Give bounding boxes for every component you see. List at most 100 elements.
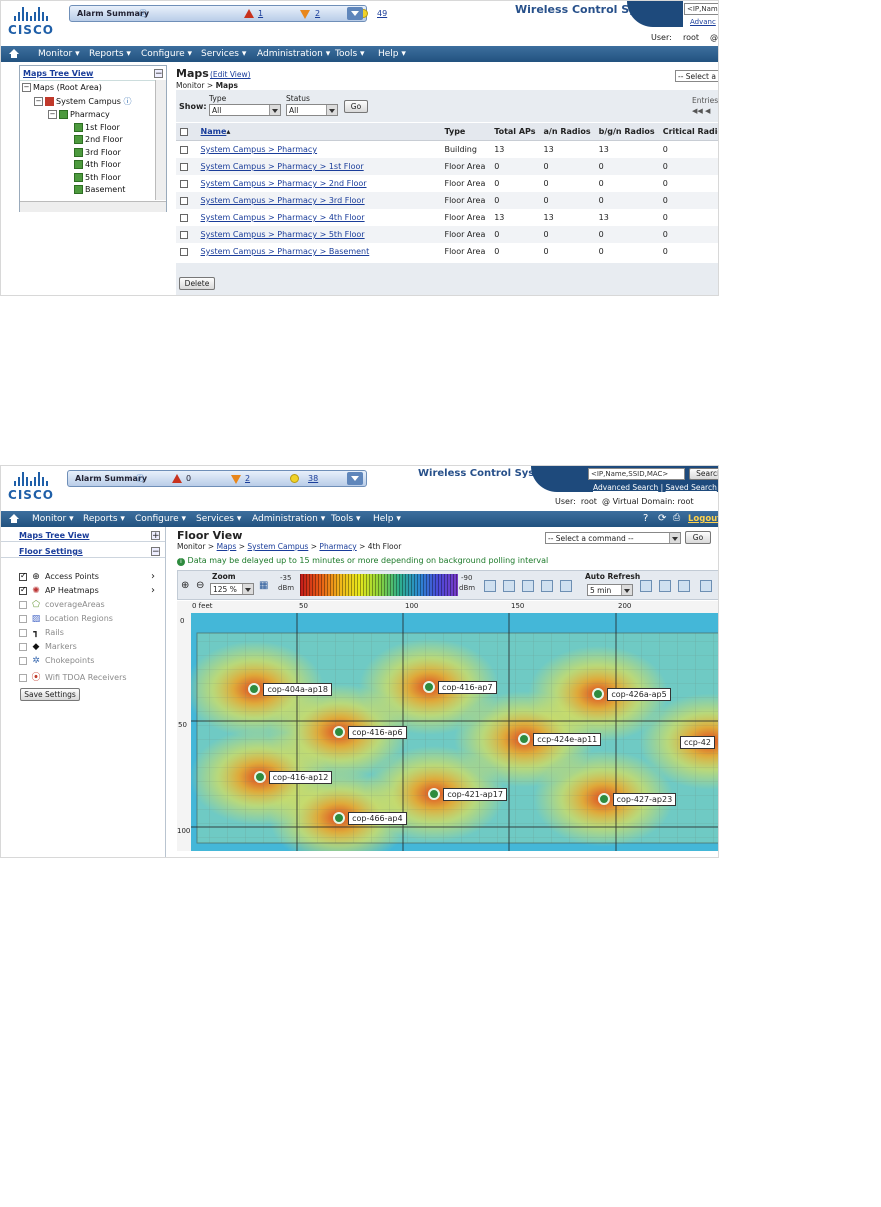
map-tool-icon[interactable]	[560, 580, 572, 592]
nav-help[interactable]: Help ▾	[378, 49, 406, 59]
nav-configure[interactable]: Configure ▾	[141, 49, 192, 59]
expand-tree-button[interactable]: +	[151, 531, 160, 541]
breadcrumb-maps[interactable]: Maps	[217, 542, 237, 551]
row-checkbox[interactable]	[180, 230, 188, 239]
map-tool-icon[interactable]	[522, 580, 534, 592]
tree-floor-5[interactable]: 5th Floor	[74, 173, 121, 182]
access-point-label[interactable]: cop-466-ap4	[348, 811, 407, 825]
alarm-dropdown-button[interactable]	[347, 472, 363, 485]
major-alarm-count[interactable]: 2	[315, 9, 320, 18]
map-tool-icon[interactable]	[484, 580, 496, 592]
zoom-select[interactable]: 125 %	[210, 583, 254, 595]
col-name[interactable]: Name▴	[196, 123, 441, 141]
floor-setting-checkbox[interactable]	[19, 571, 27, 581]
row-name-link[interactable]: System Campus > Pharmacy > 5th Floor	[196, 226, 441, 243]
advanced-search-link[interactable]: Advanced Search	[593, 483, 658, 492]
tree-floor-4[interactable]: 4th Floor	[74, 160, 121, 169]
nav-monitor[interactable]: Monitor ▾	[32, 514, 74, 524]
alarm-summary-bar[interactable]: Alarm Summary ⓘ 1 2 49	[69, 5, 387, 22]
floor-setting-checkbox[interactable]	[19, 600, 27, 609]
access-point-label[interactable]: cop-416-ap12	[268, 771, 333, 785]
breadcrumb-campus[interactable]: System Campus	[247, 542, 308, 551]
home-icon[interactable]	[9, 514, 19, 523]
maps-tree-view-title[interactable]: Maps Tree View	[19, 531, 89, 540]
row-checkbox[interactable]	[180, 145, 188, 154]
tree-building[interactable]: − Pharmacy	[48, 110, 110, 119]
collapse-floor-settings-button[interactable]: −	[151, 547, 160, 557]
maps-tree-view-title[interactable]: Maps Tree View	[23, 69, 93, 78]
edit-view-link[interactable]: (Edit View)	[210, 70, 251, 79]
access-point-label[interactable]: cop-404a-ap18	[263, 683, 332, 697]
access-point-label[interactable]: cop-427-ap23	[612, 792, 677, 806]
floor-setting-checkbox[interactable]	[19, 642, 27, 651]
col-total-aps[interactable]: Total APs	[490, 123, 540, 141]
major-alarm-count[interactable]: 2	[245, 474, 250, 483]
col-type[interactable]: Type	[440, 123, 491, 141]
access-point-icon[interactable]	[423, 680, 436, 693]
alarm-summary-bar[interactable]: Alarm Summary ⓘ 0 2 38	[67, 470, 367, 487]
access-point-label[interactable]: ccp-42	[680, 735, 715, 749]
collapse-tree-button[interactable]: −	[154, 69, 163, 79]
access-point-label[interactable]: cop-416-ap7	[438, 680, 497, 694]
col-an-radios[interactable]: a/n Radios	[539, 123, 595, 141]
search-input[interactable]: <IP,Name,SSID,MAC>	[588, 468, 685, 480]
refresh-icon[interactable]: ⟳	[658, 513, 666, 524]
floor-setting-row[interactable]: ⦿ Wifi TDOA Receivers	[19, 670, 127, 683]
nav-reports[interactable]: Reports ▾	[89, 49, 131, 59]
row-name-link[interactable]: System Campus > Pharmacy > 2nd Floor	[197, 175, 441, 192]
nav-administration[interactable]: Administration ▾	[252, 514, 325, 524]
print-icon[interactable]: ⎙	[673, 513, 680, 523]
select-all-checkbox[interactable]	[180, 127, 188, 136]
zoom-in-icon[interactable]: ⊕	[181, 580, 189, 591]
floor-setting-checkbox[interactable]	[19, 656, 27, 665]
tree-root[interactable]: − Maps (Root Area)	[22, 83, 102, 92]
breadcrumb-monitor[interactable]: Monitor	[176, 81, 205, 90]
floor-setting-row[interactable]: ┓ Rails	[19, 628, 64, 638]
floor-setting-row[interactable]: ⊕ Access Points ›	[19, 571, 155, 582]
map-tool-icon[interactable]	[678, 580, 690, 592]
critical-alarm-count[interactable]: 1	[258, 9, 263, 18]
chevron-right-icon[interactable]: ›	[151, 571, 155, 582]
row-checkbox[interactable]	[180, 196, 188, 205]
nav-services[interactable]: Services ▾	[201, 49, 246, 59]
tree-vertical-scrollbar[interactable]	[155, 80, 166, 200]
row-checkbox[interactable]	[180, 179, 188, 188]
minor-alarm-count[interactable]: 38	[308, 474, 318, 483]
status-select[interactable]: All	[286, 104, 338, 116]
col-critical-radio[interactable]: Critical Radio A	[658, 123, 718, 141]
tree-floor-2[interactable]: 2nd Floor	[74, 135, 123, 144]
alarm-dropdown-button[interactable]	[347, 7, 363, 20]
grid-icon[interactable]: ▦	[259, 580, 268, 591]
row-name-link[interactable]: System Campus > Pharmacy > 4th Floor	[197, 209, 441, 226]
nav-monitor[interactable]: Monitor ▾	[38, 49, 80, 59]
breadcrumb-pharmacy[interactable]: Pharmacy	[319, 542, 356, 551]
access-point-icon[interactable]	[333, 726, 346, 738]
saved-search-link[interactable]: Saved Search	[666, 483, 717, 492]
command-select[interactable]: -- Select a	[675, 70, 718, 82]
floor-heatmap[interactable]: cop-404a-ap18 cop-416-ap7 cop-426a-ap5 cop-…	[191, 613, 718, 851]
command-select[interactable]: -- Select a command --	[545, 532, 681, 544]
access-point-label[interactable]: ccp-424e-ap11	[533, 733, 602, 747]
tree-floor-1[interactable]: 1st Floor	[74, 123, 120, 132]
map-tool-icon[interactable]	[700, 580, 712, 592]
save-settings-button[interactable]: Save Settings	[20, 688, 80, 701]
type-select[interactable]: All	[209, 104, 281, 116]
critical-alarm-count[interactable]: 0	[186, 474, 191, 483]
search-button[interactable]: Search	[689, 468, 718, 480]
access-point-label[interactable]: cop-416-ap6	[348, 726, 407, 739]
home-icon[interactable]	[9, 49, 19, 58]
nav-services[interactable]: Services ▾	[196, 514, 241, 524]
floor-setting-row[interactable]: ✲ Chokepoints	[19, 656, 94, 666]
floor-setting-row[interactable]: ⬠ coverageAreas	[19, 600, 105, 610]
row-name-link[interactable]: System Campus > Pharmacy > Basement	[197, 243, 441, 260]
auto-refresh-select[interactable]: 5 min	[587, 584, 633, 596]
nav-tools[interactable]: Tools ▾	[331, 514, 361, 524]
nav-reports[interactable]: Reports ▾	[83, 514, 125, 524]
delete-button[interactable]: Delete	[179, 277, 215, 290]
floor-setting-checkbox[interactable]	[19, 585, 27, 595]
access-point-icon[interactable]	[253, 771, 266, 784]
logout-link[interactable]: Logout	[688, 514, 718, 524]
row-name-link[interactable]: System Campus > Pharmacy	[197, 141, 441, 159]
access-point-icon[interactable]	[333, 811, 346, 824]
search-input[interactable]: <IP,Name,	[684, 3, 718, 15]
